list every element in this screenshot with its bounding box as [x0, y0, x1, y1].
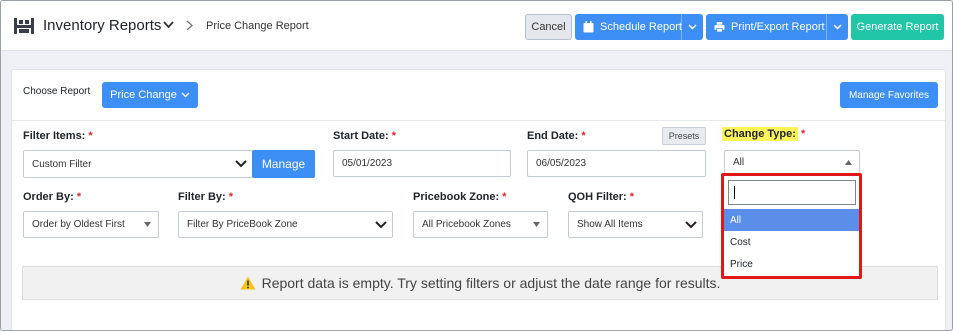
filter-items-select[interactable]: Custom Filter: [23, 150, 253, 178]
filter-by-select[interactable]: Filter By PriceBook Zone: [178, 211, 393, 238]
chevron-down-icon: [235, 160, 247, 168]
start-date-label-text: Start Date:: [333, 130, 389, 142]
change-type-option-all[interactable]: All: [724, 209, 859, 231]
filter-by-value: Filter By PriceBook Zone: [187, 219, 298, 230]
chevron-down-icon: [688, 24, 697, 30]
filter-items-label: Filter Items: *: [23, 130, 93, 142]
breadcrumb-current: Price Change Report: [206, 20, 309, 32]
change-type-option-cost[interactable]: Cost: [724, 231, 859, 253]
qoh-filter-label-text: QOH Filter:: [568, 191, 627, 203]
pricebook-zone-label: Pricebook Zone: *: [413, 191, 507, 203]
chevron-down-icon[interactable]: [163, 21, 174, 29]
pricebook-zone-select[interactable]: All Pricebook Zones: [413, 211, 548, 238]
chevron-down-icon: [181, 92, 190, 98]
change-type-dropdown: All Cost Price: [721, 173, 862, 279]
end-date-value: 06/05/2023: [536, 158, 587, 169]
required-marker: *: [502, 191, 507, 203]
pricebook-zone-value: All Pricebook Zones: [422, 219, 511, 230]
filter-items-label-text: Filter Items:: [23, 130, 86, 142]
schedule-report-dropdown-toggle[interactable]: [681, 14, 703, 40]
start-date-value: 05/01/2023: [342, 158, 393, 169]
change-type-option-price[interactable]: Price: [724, 253, 859, 275]
change-type-label-text: Change Type:: [722, 127, 798, 141]
app-window: Inventory Reports Price Change Report Ca…: [0, 0, 953, 331]
schedule-report-label: Schedule Report: [600, 21, 682, 33]
print-export-report-label: Print/Export Report: [731, 21, 825, 33]
filter-by-label-text: Filter By:: [178, 191, 226, 203]
end-date-label: End Date: *: [527, 130, 586, 142]
order-by-select[interactable]: Order by Oldest First: [23, 211, 159, 238]
inventory-icon: [14, 18, 34, 34]
qoh-filter-select[interactable]: Show All Items: [568, 211, 703, 238]
top-bar: Inventory Reports Price Change Report Ca…: [1, 1, 952, 51]
required-marker: *: [76, 191, 82, 203]
required-marker: *: [800, 128, 806, 140]
order-by-label: Order By: *: [23, 191, 81, 203]
choose-report-label: Choose Report: [23, 86, 91, 97]
required-marker: *: [581, 130, 586, 142]
warning-icon: [240, 276, 256, 290]
chevron-down-icon: [375, 221, 387, 229]
change-type-search-input[interactable]: [728, 180, 856, 205]
empty-report-message: Report data is empty. Try setting filter…: [261, 275, 721, 291]
required-marker: *: [629, 191, 635, 203]
caret-down-icon: [144, 222, 151, 227]
filter-by-label: Filter By: *: [178, 191, 233, 203]
change-type-label: Change Type: *: [722, 127, 806, 141]
required-marker: *: [391, 130, 396, 142]
print-export-report-button[interactable]: Print/Export Report: [706, 14, 848, 40]
qoh-filter-value: Show All Items: [577, 219, 643, 230]
calendar-icon: [583, 21, 594, 33]
text-cursor: [734, 186, 735, 199]
order-by-value: Order by Oldest First: [32, 219, 125, 230]
start-date-label: Start Date: *: [333, 130, 396, 142]
manage-favorites-label: Manage Favorites: [848, 89, 930, 101]
manage-favorites-button[interactable]: Manage Favorites: [840, 82, 938, 108]
end-date-input[interactable]: 06/05/2023: [527, 150, 706, 177]
report-selector-label: Price Change: [110, 89, 177, 101]
caret-down-icon: [533, 222, 540, 227]
end-date-label-text: End Date:: [527, 130, 579, 142]
pricebook-zone-label-text: Pricebook Zone:: [413, 191, 500, 203]
presets-button[interactable]: Presets: [662, 127, 706, 145]
required-marker: *: [88, 130, 93, 142]
schedule-report-button[interactable]: Schedule Report: [575, 14, 703, 40]
print-export-dropdown-toggle[interactable]: [826, 14, 848, 40]
app-title[interactable]: Inventory Reports: [43, 17, 161, 34]
chevron-right-icon: [186, 20, 193, 31]
chevron-down-icon: [685, 221, 697, 229]
printer-icon: [714, 21, 725, 33]
qoh-filter-label: QOH Filter: *: [568, 191, 634, 203]
caret-up-icon: [845, 160, 852, 165]
chevron-down-icon: [833, 24, 842, 30]
cancel-button-label: Cancel: [531, 21, 566, 33]
change-type-select[interactable]: All: [724, 150, 860, 174]
filter-items-value: Custom Filter: [32, 158, 92, 170]
generate-report-label: Generate Report: [856, 21, 939, 33]
start-date-input[interactable]: 05/01/2023: [333, 150, 511, 177]
order-by-label-text: Order By:: [23, 191, 74, 203]
generate-report-button[interactable]: Generate Report: [851, 14, 944, 40]
divider: [12, 120, 945, 121]
change-type-value: All: [733, 156, 745, 168]
cancel-button[interactable]: Cancel: [525, 14, 572, 40]
required-marker: *: [228, 191, 234, 203]
report-selector-button[interactable]: Price Change: [102, 82, 198, 108]
manage-filter-button[interactable]: Manage: [252, 150, 315, 178]
